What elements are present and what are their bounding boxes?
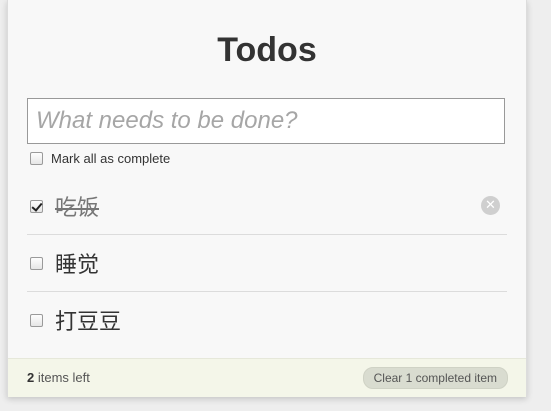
toggle-all-label[interactable]: Mark all as complete xyxy=(51,151,170,166)
footer: 2 items left Clear 1 completed item xyxy=(8,358,526,397)
new-todo-input[interactable] xyxy=(27,98,505,144)
todo-toggle-checkbox[interactable] xyxy=(30,199,43,213)
todo-text[interactable]: 打豆豆 xyxy=(55,304,121,336)
close-icon[interactable]: ✕ xyxy=(481,196,500,215)
todo-toggle-checkbox[interactable] xyxy=(30,256,43,270)
items-left-label: items left xyxy=(34,370,90,385)
todo-item: 吃饭 ✕ xyxy=(27,178,507,235)
clear-completed-button[interactable]: Clear 1 completed item xyxy=(362,367,508,389)
todo-item: 打豆豆 xyxy=(27,292,507,348)
todo-app: Todos Mark all as complete 吃饭 ✕ 睡觉 打豆豆 2… xyxy=(7,0,527,397)
toggle-all-checkbox[interactable] xyxy=(30,151,43,165)
todo-toggle-checkbox[interactable] xyxy=(30,313,43,327)
page-title: Todos xyxy=(217,31,317,69)
todo-text[interactable]: 睡觉 xyxy=(55,247,99,279)
toggle-all-row: Mark all as complete xyxy=(30,148,170,168)
items-left-count: 2 items left xyxy=(27,370,90,385)
todo-text[interactable]: 吃饭 xyxy=(55,190,99,222)
todo-item: 睡觉 xyxy=(27,235,507,292)
todo-list: 吃饭 ✕ 睡觉 打豆豆 xyxy=(27,178,507,348)
